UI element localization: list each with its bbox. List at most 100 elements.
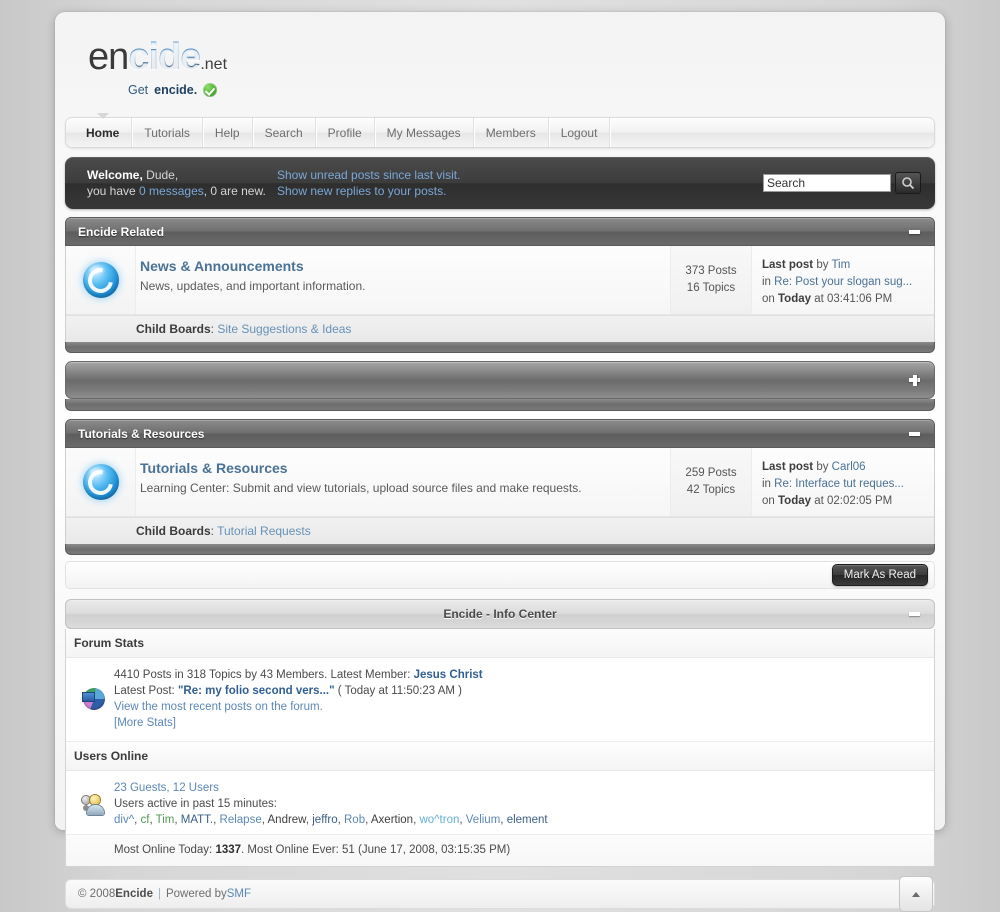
collapsed-category-bar [65, 361, 935, 399]
nav-item-tutorials[interactable]: Tutorials [132, 118, 203, 147]
users-online-section-title: Users Online [66, 742, 934, 771]
nav-item-help[interactable]: Help [203, 118, 253, 147]
nav-bar: Home Tutorials Help Search Profile My Me… [65, 117, 935, 148]
info-center-title: Encide - Info Center [443, 607, 557, 621]
board-icon-cell [66, 246, 136, 314]
magnifier-icon [902, 177, 915, 190]
users-group-icon [82, 793, 106, 815]
online-user-link[interactable]: wo^tron [419, 814, 459, 826]
category-footer [65, 544, 935, 555]
child-boards-row: Child Boards: Tutorial Requests [66, 517, 934, 544]
minus-icon[interactable] [909, 431, 920, 436]
minus-icon[interactable] [909, 229, 920, 234]
site-logo[interactable]: encide.net Get encide. [88, 38, 227, 97]
board-list: Tutorials & Resources Learning Center: S… [65, 448, 935, 544]
search-area [763, 172, 921, 194]
board-topics-count: 42 Topics [686, 484, 736, 496]
nav-active-pointer-icon [97, 113, 109, 119]
last-post-on: on [762, 293, 778, 305]
info-center: Encide - Info Center Forum Stats 4410 Po… [65, 599, 935, 867]
minus-icon[interactable] [909, 612, 920, 616]
welcome-links: Show unread posts since last visit. Show… [277, 167, 460, 199]
board-last-post: Last post by Carl06 in Re: Interface tut… [752, 448, 934, 516]
scroll-to-top-button[interactable] [899, 876, 933, 912]
online-user-link[interactable]: Relapse [220, 814, 262, 826]
last-post-topic-link[interactable]: Re: Post your slogan sug... [774, 276, 912, 288]
nav-item-members[interactable]: Members [474, 118, 549, 147]
nav-item-home[interactable]: Home [74, 118, 133, 147]
board-main: Tutorials & Resources Learning Center: S… [136, 448, 670, 516]
last-post-on: on [762, 495, 778, 507]
most-online-today-value: 1337 [215, 844, 242, 856]
search-input[interactable] [763, 174, 891, 192]
latest-member-link[interactable]: Jesus Christ [414, 669, 483, 681]
footer-smf-link[interactable]: SMF [227, 888, 251, 900]
last-post-label: Last post [762, 461, 814, 473]
mark-as-read-button[interactable]: Mark As Read [831, 564, 928, 586]
show-unread-posts-link[interactable]: Show unread posts since last visit. [277, 167, 460, 183]
guests-users-count-link[interactable]: 23 Guests, 12 Users [114, 782, 219, 794]
online-user-link[interactable]: element [507, 814, 548, 826]
messages-link[interactable]: 0 messages [139, 184, 204, 198]
board-main: News & Announcements News, updates, and … [136, 246, 670, 314]
info-center-header: Encide - Info Center [65, 599, 935, 629]
welcome-username: Dude, [142, 168, 179, 182]
board-link-tutorials-resources[interactable]: Tutorials & Resources [140, 460, 288, 476]
forum-stats-row: 4410 Posts in 318 Topics by 43 Members. … [66, 658, 934, 742]
last-post-in: in [762, 478, 775, 490]
logo-text-suffix: .net [200, 56, 228, 73]
online-user-link[interactable]: Tim [156, 814, 175, 826]
category-tutorials-resources: Tutorials & Resources Tutorials & Resour… [65, 419, 935, 555]
online-user-link[interactable]: MATT. [181, 814, 213, 826]
check-badge-icon [203, 83, 218, 97]
online-user-list: div^, cf, Tim, MATT., Relapse, Andrew, j… [114, 814, 548, 826]
online-user-link[interactable]: Velium [466, 814, 501, 826]
online-user-link[interactable]: Axertion [371, 814, 413, 826]
main-navigation: Home Tutorials Help Search Profile My Me… [65, 113, 935, 148]
footer-separator: | [157, 888, 161, 900]
last-post-topic-link[interactable]: Re: Interface tut reques... [774, 478, 904, 490]
last-post-author-link[interactable]: Tim [831, 259, 850, 271]
welcome-text: Welcome, Dude, you have 0 messages, 0 ar… [87, 167, 277, 199]
online-user-link[interactable]: jeffro [312, 814, 337, 826]
forum-stats-summary: 4410 Posts in 318 Topics by 43 Members. … [114, 669, 414, 681]
child-board-link-site-suggestions[interactable]: Site Suggestions & Ideas [217, 322, 351, 336]
latest-post-link[interactable]: "Re: my folio second vers..." [178, 685, 335, 697]
most-online-row: Most Online Today: 1337. Most Online Eve… [66, 834, 934, 866]
nav-item-search[interactable]: Search [253, 118, 316, 147]
most-online-today-label: Most Online Today: [114, 844, 216, 856]
view-recent-posts-link[interactable]: View the most recent posts on the forum. [114, 701, 323, 713]
board-swirl-icon [82, 262, 119, 298]
online-user-link[interactable]: div^ [114, 814, 134, 826]
search-submit-button[interactable] [895, 172, 921, 194]
forum-stats-section-title: Forum Stats [66, 629, 934, 658]
last-post-by: by [813, 461, 832, 473]
nav-item-profile[interactable]: Profile [316, 118, 375, 147]
users-online-text: 23 Guests, 12 Users Users active in past… [114, 779, 926, 828]
welcome-bar: Welcome, Dude, you have 0 messages, 0 ar… [65, 157, 935, 209]
site-header: encide.net Get encide. [55, 12, 945, 117]
pie-chart-icon [82, 687, 105, 710]
last-post-day: Today [778, 293, 812, 305]
plus-icon[interactable] [909, 374, 920, 386]
child-board-link-tutorial-requests[interactable]: Tutorial Requests [217, 524, 311, 538]
latest-post-time: ( Today at 11:50:23 AM ) [334, 685, 462, 697]
last-post-time: at 03:41:06 PM [811, 293, 893, 305]
category-collapsed [65, 361, 935, 399]
board-swirl-icon [82, 464, 119, 500]
nav-item-my-messages[interactable]: My Messages [375, 118, 474, 147]
online-user-link[interactable]: cf [141, 814, 150, 826]
nav-item-logout[interactable]: Logout [549, 118, 611, 147]
more-stats-link[interactable]: [More Stats] [114, 717, 176, 729]
board-link-news-announcements[interactable]: News & Announcements [140, 258, 304, 274]
logo-text-part2: cide [128, 36, 201, 78]
forum-stats-text: 4410 Posts in 318 Topics by 43 Members. … [114, 666, 926, 731]
users-online-icon-cell [74, 779, 114, 828]
latest-post-label: Latest Post: [114, 685, 178, 697]
online-user-link[interactable]: Rob [344, 814, 365, 826]
show-new-replies-link[interactable]: Show new replies to your posts. [277, 183, 460, 199]
last-post-author-link[interactable]: Carl06 [832, 461, 866, 473]
online-user-link[interactable]: Andrew [268, 814, 306, 826]
info-center-body: Forum Stats 4410 Posts in 318 Topics by … [65, 629, 935, 867]
board-topics-count: 16 Topics [686, 282, 736, 294]
